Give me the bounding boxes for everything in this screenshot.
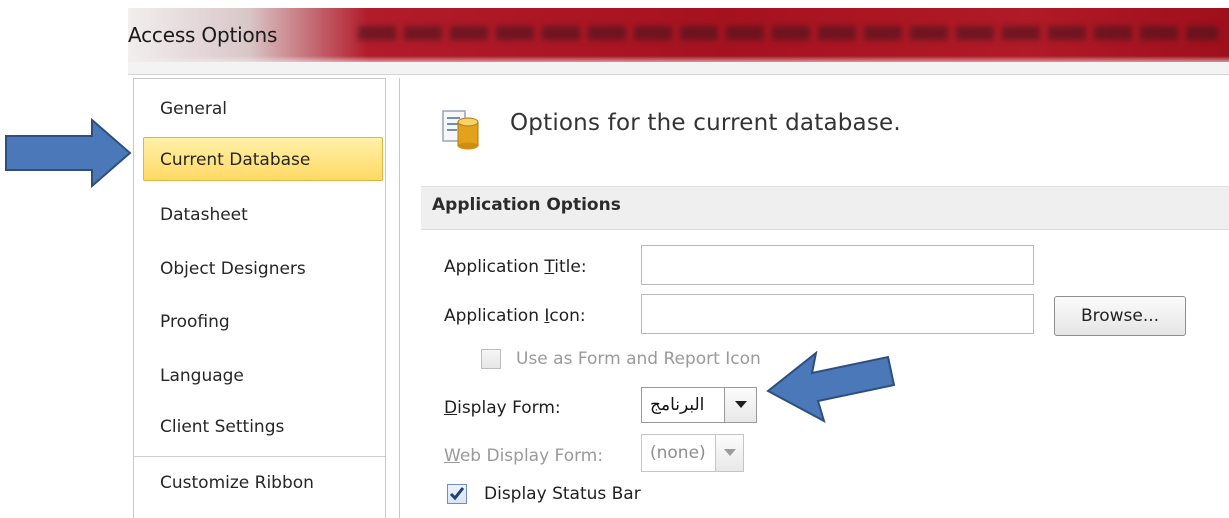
browse-button[interactable]: Browse... [1054, 296, 1186, 336]
section-title: Application Options [432, 195, 621, 215]
nav-item-datasheet[interactable]: Datasheet [134, 193, 385, 237]
checkmark-icon [449, 487, 465, 501]
nav-item-client-settings[interactable]: Client Settings [134, 405, 385, 449]
annotation-arrow-right-icon [5, 118, 132, 188]
nav-item-object-designers[interactable]: Object Designers [134, 247, 385, 291]
use-as-icon-checkbox[interactable] [481, 349, 501, 369]
window-title: Access Options [128, 23, 278, 47]
web-display-form-select[interactable]: (none) [641, 434, 744, 472]
status-bar-label: Display Status Bar [484, 484, 641, 504]
blurred-title-text [358, 26, 1218, 40]
nav-item-current-database[interactable]: Current Database [143, 137, 383, 181]
options-nav: General Current Database Datasheet Objec… [133, 78, 386, 518]
nav-item-proofing[interactable]: Proofing [134, 300, 385, 344]
nav-item-customize-ribbon[interactable]: Customize Ribbon [134, 461, 385, 505]
display-form-label: Display Form: [444, 398, 561, 418]
display-form-select[interactable]: البرنامج [641, 387, 757, 423]
annotation-arrow-down-left-icon [766, 350, 896, 424]
database-options-icon [442, 110, 479, 150]
nav-item-language[interactable]: Language [134, 354, 385, 398]
app-icon-label: Application Icon: [444, 306, 586, 326]
app-icon-input[interactable] [641, 294, 1034, 334]
page-title: Options for the current database. [510, 110, 901, 136]
chevron-down-icon[interactable] [724, 388, 756, 422]
web-display-form-value: (none) [650, 443, 706, 463]
app-title-input[interactable] [641, 245, 1034, 285]
display-form-value: البرنامج [650, 395, 705, 415]
chevron-down-icon[interactable] [715, 435, 743, 471]
title-bar: Access Options [128, 8, 1229, 62]
window-frame [128, 62, 1229, 75]
nav-separator [134, 456, 385, 457]
app-title-label: Application Title: [444, 257, 587, 277]
use-as-icon-label: Use as Form and Report Icon [516, 349, 761, 369]
web-display-form-label: Web Display Form: [444, 446, 604, 466]
status-bar-checkbox[interactable] [447, 484, 467, 504]
nav-item-general[interactable]: General [134, 87, 385, 131]
